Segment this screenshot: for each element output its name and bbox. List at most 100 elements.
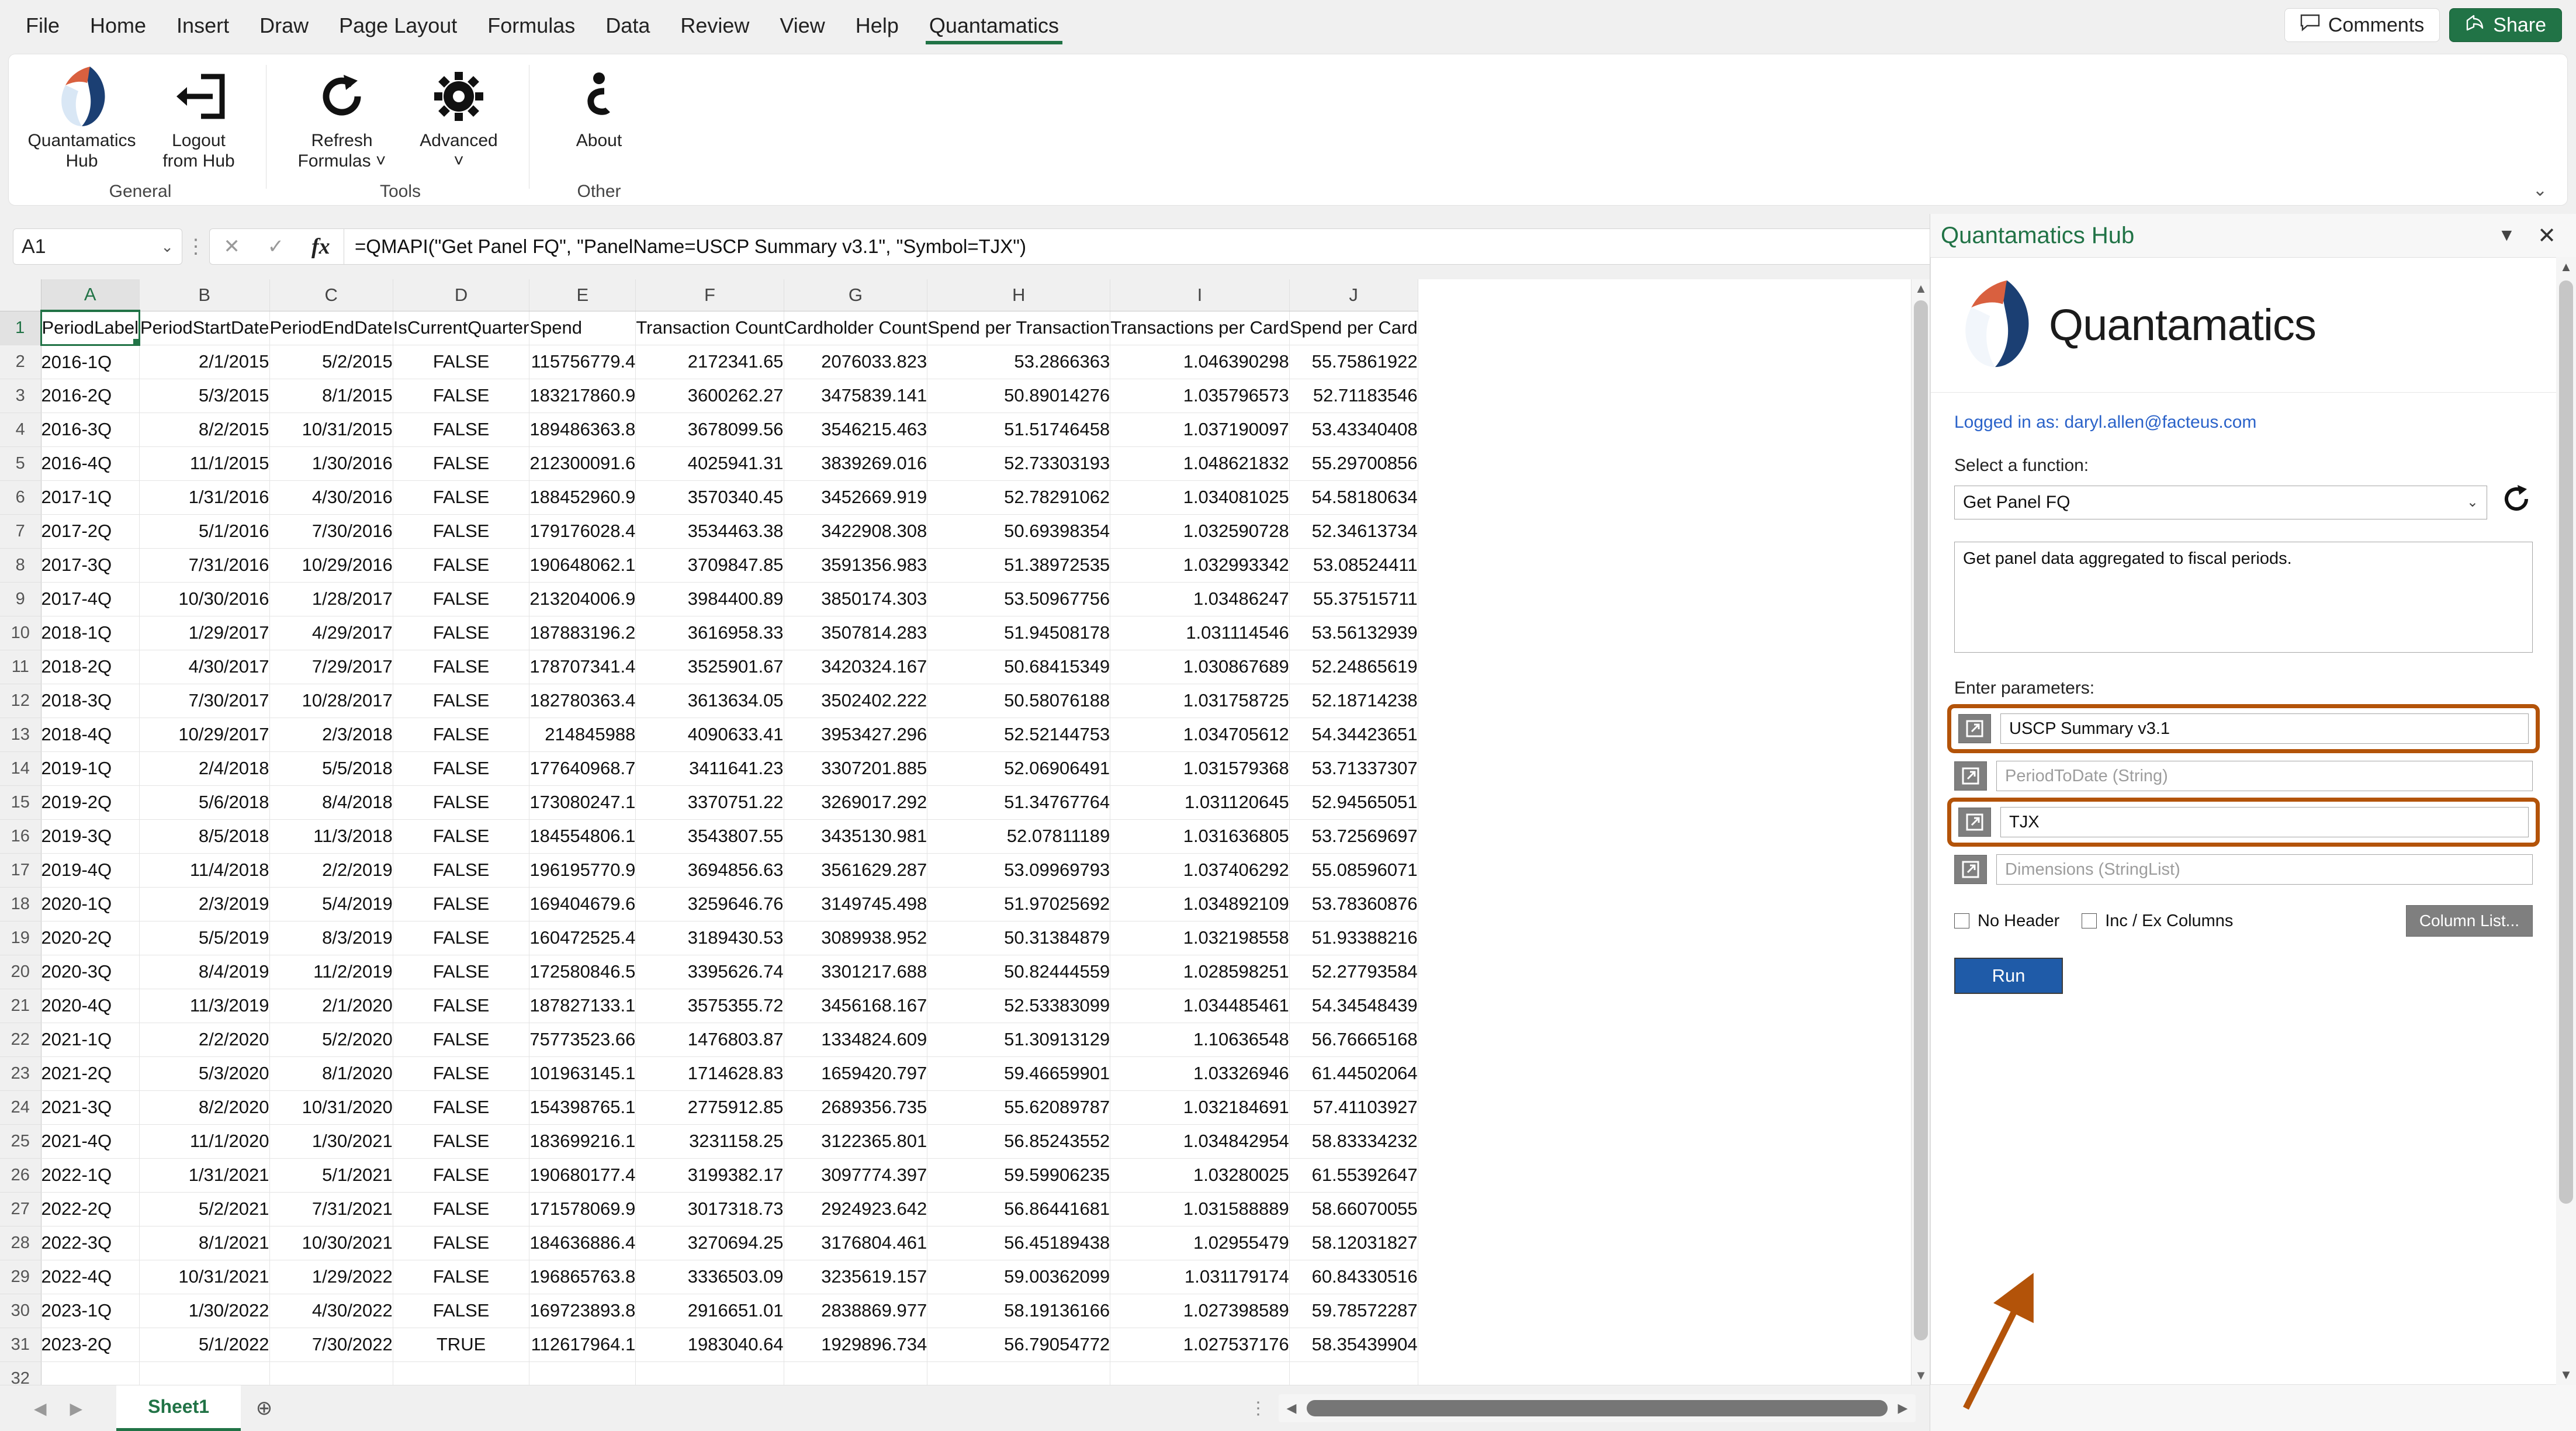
ribbon-tab-data[interactable]: Data (590, 4, 665, 48)
cell-r1-c3[interactable]: PeriodEndDate (269, 311, 393, 345)
cell-r4-c2[interactable]: 8/2/2015 (139, 413, 270, 447)
cell-r12-c9[interactable]: 1.031758725 (1110, 684, 1290, 718)
cell-r22-c9[interactable]: 1.10636548 (1110, 1023, 1290, 1057)
cell-r4-c6[interactable]: 3678099.56 (635, 413, 784, 447)
cell-r19-c10[interactable]: 51.93388216 (1289, 921, 1418, 955)
cell-r3-c5[interactable]: 183217860.9 (529, 379, 636, 413)
cell-r23-c8[interactable]: 59.46659901 (927, 1056, 1111, 1091)
formula-bar-dots-icon[interactable]: ⋮ (182, 235, 209, 258)
cell-r10-c1[interactable]: 2018-1Q (41, 616, 140, 650)
cell-r15-c6[interactable]: 3370751.22 (635, 785, 784, 820)
cell-r22-c4[interactable]: FALSE (393, 1023, 530, 1057)
cell-r27-c1[interactable]: 2022-2Q (41, 1192, 140, 1226)
row-header-21[interactable]: 21 (0, 989, 41, 1023)
cell-r27-c4[interactable]: FALSE (393, 1192, 530, 1226)
cell-r5-c5[interactable]: 212300091.6 (529, 446, 636, 481)
cell-r14-c4[interactable]: FALSE (393, 751, 530, 786)
cell-r22-c7[interactable]: 1334824.609 (784, 1023, 928, 1057)
cell-r19-c8[interactable]: 50.31384879 (927, 921, 1111, 955)
row-header-2[interactable]: 2 (0, 345, 41, 379)
cell-r4-c5[interactable]: 189486363.8 (529, 413, 636, 447)
quantamatics-hub-button[interactable]: Quantamatics Hub (23, 63, 140, 172)
row-header-10[interactable]: 10 (0, 616, 41, 650)
cell-r16-c6[interactable]: 3543807.55 (635, 819, 784, 854)
cell-r23-c4[interactable]: FALSE (393, 1056, 530, 1091)
cell-r18-c4[interactable]: FALSE (393, 887, 530, 921)
cell-r3-c7[interactable]: 3475839.141 (784, 379, 928, 413)
pane-close-icon[interactable]: ✕ (2528, 223, 2565, 249)
cell-r28-c7[interactable]: 3176804.461 (784, 1226, 928, 1260)
row-header-8[interactable]: 8 (0, 548, 41, 583)
cell-r16-c8[interactable]: 52.07811189 (927, 819, 1111, 854)
cell-r6-c10[interactable]: 54.58180634 (1289, 480, 1418, 515)
cell-r30-c6[interactable]: 2916651.01 (635, 1294, 784, 1328)
cell-r21-c1[interactable]: 2020-4Q (41, 989, 140, 1023)
cell-r20-c4[interactable]: FALSE (393, 955, 530, 989)
cell-r6-c6[interactable]: 3570340.45 (635, 480, 784, 515)
row-header-20[interactable]: 20 (0, 955, 41, 989)
cell-r24-c8[interactable]: 55.62089787 (927, 1090, 1111, 1125)
refresh-functions-icon[interactable] (2500, 483, 2533, 522)
cell-r3-c8[interactable]: 50.89014276 (927, 379, 1111, 413)
sheet-next-icon[interactable]: ▶ (70, 1399, 83, 1418)
row-header-27[interactable]: 27 (0, 1192, 41, 1226)
cell-r32-c9[interactable] (1110, 1361, 1290, 1385)
cell-r28-c2[interactable]: 8/1/2021 (139, 1226, 270, 1260)
cell-r9-c7[interactable]: 3850174.303 (784, 582, 928, 616)
cell-r32-c4[interactable] (393, 1361, 530, 1385)
cell-r21-c5[interactable]: 187827133.1 (529, 989, 636, 1023)
cell-r28-c4[interactable]: FALSE (393, 1226, 530, 1260)
column-header-i[interactable]: I (1110, 279, 1290, 311)
cell-r23-c10[interactable]: 61.44502064 (1289, 1056, 1418, 1091)
cell-r2-c9[interactable]: 1.046390298 (1110, 345, 1290, 379)
cell-r31-c10[interactable]: 58.35439904 (1289, 1328, 1418, 1362)
pane-scroll-down-icon[interactable]: ▼ (2556, 1365, 2576, 1385)
cell-r24-c6[interactable]: 2775912.85 (635, 1090, 784, 1125)
cell-r27-c9[interactable]: 1.031588889 (1110, 1192, 1290, 1226)
cell-r11-c9[interactable]: 1.030867689 (1110, 650, 1290, 684)
cell-r12-c7[interactable]: 3502402.222 (784, 684, 928, 718)
cell-r26-c10[interactable]: 61.55392647 (1289, 1158, 1418, 1193)
cell-r26-c7[interactable]: 3097774.397 (784, 1158, 928, 1193)
cell-r22-c3[interactable]: 5/2/2020 (269, 1023, 393, 1057)
cell-r21-c4[interactable]: FALSE (393, 989, 530, 1023)
cell-r3-c4[interactable]: FALSE (393, 379, 530, 413)
cell-r23-c5[interactable]: 101963145.1 (529, 1056, 636, 1091)
cell-r14-c2[interactable]: 2/4/2018 (139, 751, 270, 786)
cell-r3-c10[interactable]: 52.71183546 (1289, 379, 1418, 413)
cell-r31-c4[interactable]: TRUE (393, 1328, 530, 1362)
cell-r22-c2[interactable]: 2/2/2020 (139, 1023, 270, 1057)
cell-r20-c3[interactable]: 11/2/2019 (269, 955, 393, 989)
cell-r4-c8[interactable]: 51.51746458 (927, 413, 1111, 447)
cell-r23-c2[interactable]: 5/3/2020 (139, 1056, 270, 1091)
cell-r21-c9[interactable]: 1.034485461 (1110, 989, 1290, 1023)
ribbon-tab-file[interactable]: File (11, 4, 75, 48)
cell-r17-c9[interactable]: 1.037406292 (1110, 853, 1290, 888)
cell-r2-c2[interactable]: 2/1/2015 (139, 345, 270, 379)
cell-r24-c7[interactable]: 2689356.735 (784, 1090, 928, 1125)
cell-r11-c10[interactable]: 52.24865619 (1289, 650, 1418, 684)
cell-r5-c6[interactable]: 4025941.31 (635, 446, 784, 481)
cell-r8-c7[interactable]: 3591356.983 (784, 548, 928, 583)
cell-r3-c9[interactable]: 1.035796573 (1110, 379, 1290, 413)
cell-r5-c10[interactable]: 55.29700856 (1289, 446, 1418, 481)
open-picker-icon[interactable] (1954, 761, 1987, 791)
row-header-32[interactable]: 32 (0, 1361, 41, 1385)
cell-r4-c1[interactable]: 2016-3Q (41, 413, 140, 447)
cell-r32-c10[interactable] (1289, 1361, 1418, 1385)
ribbon-tab-insert[interactable]: Insert (161, 4, 244, 48)
cell-r10-c10[interactable]: 53.56132939 (1289, 616, 1418, 650)
cell-r6-c4[interactable]: FALSE (393, 480, 530, 515)
cell-r31-c2[interactable]: 5/1/2022 (139, 1328, 270, 1362)
cell-r15-c10[interactable]: 52.94565051 (1289, 785, 1418, 820)
ribbon-tab-draw[interactable]: Draw (244, 4, 324, 48)
cell-r7-c3[interactable]: 7/30/2016 (269, 514, 393, 549)
cell-r25-c7[interactable]: 3122365.801 (784, 1124, 928, 1159)
cell-r23-c9[interactable]: 1.03326946 (1110, 1056, 1290, 1091)
row-header-26[interactable]: 26 (0, 1158, 41, 1193)
cell-r20-c10[interactable]: 52.27793584 (1289, 955, 1418, 989)
cell-r9-c10[interactable]: 55.37515711 (1289, 582, 1418, 616)
cell-r8-c5[interactable]: 190648062.1 (529, 548, 636, 583)
cell-r11-c2[interactable]: 4/30/2017 (139, 650, 270, 684)
cell-r7-c8[interactable]: 50.69398354 (927, 514, 1111, 549)
